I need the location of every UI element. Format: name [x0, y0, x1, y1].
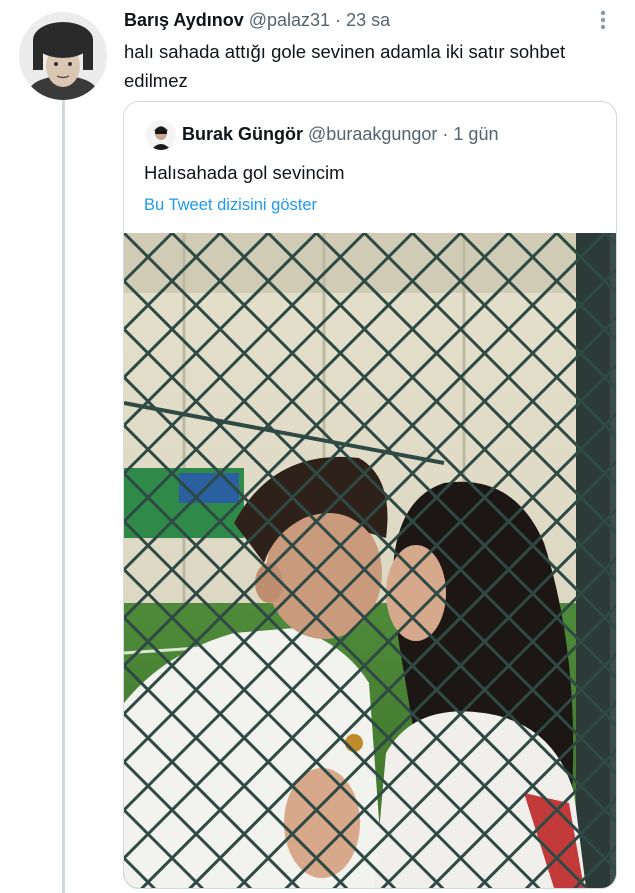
- show-thread-link[interactable]: Bu Tweet dizisini göster: [144, 196, 317, 215]
- quoted-author-avatar[interactable]: [146, 120, 176, 150]
- quoted-tweet-photo[interactable]: [124, 233, 616, 888]
- thread-line: [62, 100, 65, 893]
- more-vertical-icon[interactable]: [596, 10, 610, 32]
- quoted-tweet-header: Burak Güngör @buraakgungor · 1 gün: [182, 124, 498, 145]
- quoted-tweet-card[interactable]: Burak Güngör @buraakgungor · 1 gün Halıs…: [123, 101, 617, 889]
- tweet-header: Barış Aydınov @palaz31 · 23 sa: [124, 10, 390, 31]
- quoted-author-handle[interactable]: @buraakgungor: [308, 124, 437, 144]
- tweet-time[interactable]: 23 sa: [346, 10, 390, 30]
- quoted-tweet-time[interactable]: 1 gün: [453, 124, 498, 144]
- quoted-separator-dot: ·: [442, 124, 449, 144]
- tweet-text: halı sahada attığı gole sevinen adamla i…: [124, 41, 566, 91]
- quoted-author-name[interactable]: Burak Güngör: [182, 124, 303, 144]
- author-handle[interactable]: @palaz31: [249, 10, 330, 30]
- author-name[interactable]: Barış Aydınov: [124, 10, 244, 30]
- author-avatar[interactable]: [19, 12, 107, 100]
- separator-dot: ·: [335, 10, 342, 30]
- quoted-tweet-text: Halısahada gol sevincim: [144, 162, 345, 183]
